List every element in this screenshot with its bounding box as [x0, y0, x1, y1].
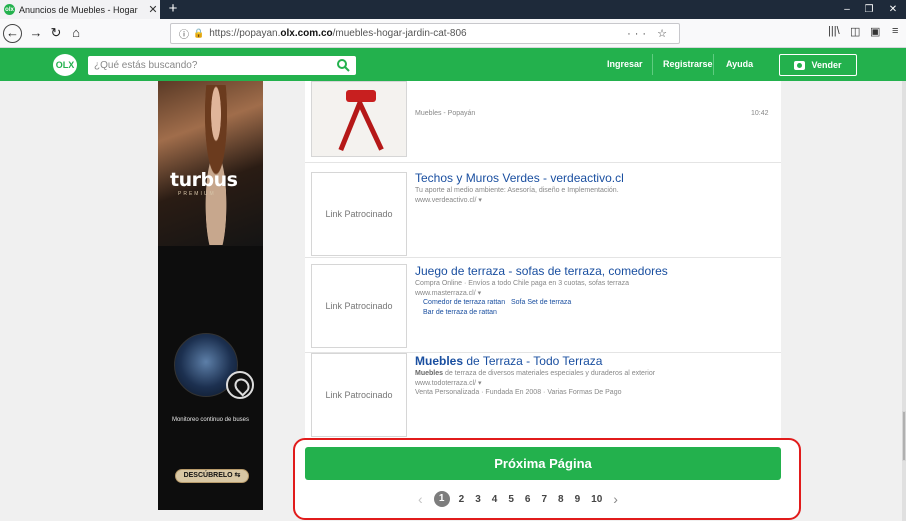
olx-logo[interactable]: OLX	[53, 54, 77, 76]
sponsored-ad[interactable]: Link Patrocinado Muebles de Terraza - To…	[305, 353, 781, 438]
camera-icon	[794, 60, 806, 70]
listing-meta: Muebles - Popayán	[415, 110, 476, 117]
page-actions-icon[interactable]: ··· ☆	[627, 27, 671, 40]
register-link[interactable]: Registrarse	[654, 48, 722, 81]
sponsored-ad[interactable]: Link Patrocinado Techos y Muros Verdes -…	[305, 163, 781, 258]
browser-tab[interactable]: olx Anuncios de Muebles - Hogar ✕	[0, 0, 160, 19]
ad-title[interactable]: Techos y Muros Verdes - verdeactivo.cl	[415, 171, 624, 185]
chair-seat	[346, 90, 376, 102]
ad-extensions: Venta Personalizada · Fundada En 2008 · …	[415, 389, 622, 396]
prev-page-arrow-icon[interactable]: ‹	[418, 491, 423, 507]
page-number[interactable]: 6	[525, 494, 531, 505]
ad-url[interactable]: www.verdeactivo.cl/ ▾	[415, 196, 482, 204]
reload-icon[interactable]: ↻	[47, 24, 65, 42]
home-icon[interactable]: ⌂	[67, 24, 85, 42]
banner-cta-button[interactable]: DESCÚBRELO ⇆	[175, 469, 249, 483]
ad-sitelink[interactable]: Sofa Set de terraza	[511, 299, 571, 306]
new-tab-button[interactable]: +	[164, 0, 182, 19]
sell-button-label: Vender	[811, 60, 842, 70]
ad-sitelink[interactable]: Bar de terraza de rattan	[423, 309, 497, 316]
listing-column: Muebles - Popayán 10:42 Link Patrocinado…	[305, 81, 781, 438]
search-placeholder: ¿Qué estás buscando?	[94, 60, 198, 71]
page-number[interactable]: 8	[558, 494, 564, 505]
lock-icon: 🔒	[193, 28, 205, 38]
ad-url[interactable]: www.masterraza.cl/ ▾	[415, 289, 481, 297]
ad-description: Compra Online · Envíos a todo Chile paga…	[415, 280, 630, 287]
page-number[interactable]: 9	[575, 494, 581, 505]
location-pin-icon	[226, 371, 254, 399]
sponsored-ad[interactable]: Link Patrocinado Juego de terraza - sofa…	[305, 258, 781, 353]
page-number[interactable]: 2	[459, 494, 465, 505]
listing-item[interactable]: Muebles - Popayán 10:42	[305, 81, 781, 163]
site-header: OLX ¿Qué estás buscando? Ingresar Regist…	[0, 48, 906, 81]
page-number[interactable]: 4	[492, 494, 498, 505]
tab-close-icon[interactable]: ✕	[146, 3, 160, 16]
next-page-arrow-icon[interactable]: ›	[613, 491, 618, 507]
next-page-button[interactable]: Próxima Página	[305, 447, 781, 480]
url-text: https://popayan.olx.com.co/muebles-hogar…	[209, 28, 467, 39]
listing-thumbnail[interactable]	[311, 81, 407, 157]
pagination: ‹ 1 2 3 4 5 6 7 8 9 10 ›	[418, 489, 629, 509]
chair-leg	[357, 101, 384, 151]
ad-description: Tu aporte al medio ambiente: Asesoría, d…	[415, 187, 619, 194]
minimize-icon[interactable]: –	[836, 0, 858, 19]
search-input[interactable]: ¿Qué estás buscando?	[88, 56, 356, 75]
page-scrollbar[interactable]	[902, 81, 906, 521]
page-number-current[interactable]: 1	[433, 491, 450, 507]
ad-sitelink[interactable]: Comedor de terraza rattan	[423, 299, 505, 306]
listing-time: 10:42	[751, 110, 769, 117]
banner-person	[192, 85, 240, 245]
banner-brand: turbus	[170, 169, 238, 191]
banner-photo	[158, 81, 263, 246]
page-number[interactable]: 7	[541, 494, 547, 505]
sponsored-label: Link Patrocinado	[311, 172, 407, 256]
olx-favicon-icon: olx	[4, 4, 15, 15]
banner-caption: Monitoreo continuo de buses	[171, 417, 250, 423]
ad-title[interactable]: Muebles de Terraza - Todo Terraza	[415, 354, 602, 368]
ad-url[interactable]: www.todoterraza.cl/ ▾	[415, 379, 482, 387]
forward-arrow-icon[interactable]: →	[27, 24, 45, 42]
sidebar-icon[interactable]: ◫	[850, 25, 860, 38]
menu-icon[interactable]: ≡	[892, 25, 898, 37]
login-link[interactable]: Ingresar	[598, 48, 652, 81]
tab-title: Anuncios de Muebles - Hogar	[19, 4, 138, 15]
url-bar[interactable]: ⓘ 🔒 https://popayan.olx.com.co/muebles-h…	[170, 23, 680, 44]
side-banner-ad[interactable]: turbus PREMIUM Monitoreo continuo de bus…	[158, 81, 263, 510]
banner-tier: PREMIUM	[178, 191, 216, 197]
page-number[interactable]: 10	[591, 494, 602, 505]
restore-icon[interactable]: ❐	[858, 0, 880, 19]
sell-button[interactable]: Vender	[779, 54, 857, 76]
sponsored-label: Link Patrocinado	[311, 264, 407, 348]
ad-title[interactable]: Juego de terraza - sofas de terraza, com…	[415, 264, 668, 278]
browser-tab-bar: olx Anuncios de Muebles - Hogar ✕ + – ❐ …	[0, 0, 906, 19]
header-divider	[713, 54, 714, 75]
search-icon[interactable]	[336, 58, 350, 72]
back-arrow-icon[interactable]: ←	[3, 24, 22, 43]
library-icon[interactable]: |||\	[828, 25, 840, 37]
close-window-icon[interactable]: ✕	[882, 0, 904, 19]
info-icon[interactable]: ⓘ	[179, 26, 189, 41]
extension-icon[interactable]: ▣	[870, 25, 880, 38]
ad-description: Muebles de terraza de diversos materiale…	[415, 370, 656, 377]
help-link[interactable]: Ayuda	[717, 48, 762, 81]
sponsored-label: Link Patrocinado	[311, 353, 407, 437]
page-number[interactable]: 3	[475, 494, 481, 505]
header-divider	[652, 54, 653, 75]
page-number[interactable]: 5	[508, 494, 514, 505]
scrollbar-thumb[interactable]	[902, 411, 906, 461]
browser-nav-bar: ← → ↻ ⌂ ⓘ 🔒 https://popayan.olx.com.co/m…	[0, 19, 906, 48]
